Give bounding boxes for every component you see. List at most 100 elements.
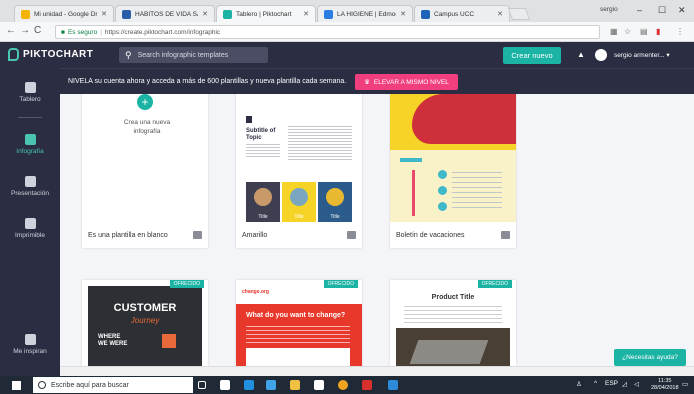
- people-icon[interactable]: ♙: [576, 380, 582, 388]
- template-thumbnail: What do you want to change?: [236, 304, 362, 366]
- piktochart-logo[interactable]: PIKTOCHART: [8, 48, 93, 61]
- upgrade-promo-bar: NIVELA su cuenta ahora y acceda a más de…: [60, 68, 694, 94]
- windows-start-icon[interactable]: [12, 381, 21, 390]
- thumbnail-form-box: [246, 348, 350, 366]
- user-menu[interactable]: sergio armenter... ▾: [614, 51, 670, 59]
- promo-message: NIVELA su cuenta ahora y acceda a más de…: [68, 78, 347, 85]
- notification-bell-icon[interactable]: ▲: [577, 50, 585, 59]
- taskbar-search-placeholder: Escribe aquí para buscar: [51, 381, 129, 389]
- edit-icon[interactable]: [193, 231, 202, 239]
- explorer-icon[interactable]: [266, 380, 276, 390]
- task-view-icon[interactable]: [198, 381, 206, 389]
- template-card-customer-journey[interactable]: CUSTOMER Journey WHERE WE WERE OFRECIDO: [82, 280, 208, 366]
- taskbar-clock[interactable]: 11:35 28/04/2018: [651, 378, 679, 392]
- close-icon[interactable]: ✕: [303, 10, 309, 18]
- star-icon[interactable]: ☆: [624, 27, 631, 36]
- close-window-icon[interactable]: ✕: [678, 5, 686, 16]
- template-card-product[interactable]: Product Title OFRECIDO: [390, 280, 516, 366]
- avatar[interactable]: [595, 49, 607, 61]
- language-indicator[interactable]: ESP: [605, 380, 618, 387]
- card-footer: Es una plantilla en blanco: [82, 222, 208, 248]
- edit-icon[interactable]: [347, 231, 356, 239]
- sidebar-item-tablero[interactable]: Tablero: [0, 82, 60, 103]
- thumbnail-tag: [400, 158, 422, 162]
- url-separator: |: [100, 28, 102, 36]
- sidebar-item-label: Infografía: [16, 148, 44, 155]
- template-thumbnail: CUSTOMER Journey WHERE WE WERE: [88, 286, 202, 366]
- thumbnail-text-lines: [246, 144, 280, 158]
- logo-text: PIKTOCHART: [23, 49, 94, 60]
- featured-badge: OFRECIDO: [169, 280, 204, 288]
- tray-chevron-icon[interactable]: ^: [594, 380, 597, 387]
- sidebar-item-imprimible[interactable]: Imprimible: [0, 218, 60, 239]
- minimize-icon[interactable]: –: [637, 5, 642, 15]
- notification-center-icon[interactable]: ▭: [682, 380, 688, 388]
- pdf-extension-icon[interactable]: ▮: [656, 27, 660, 36]
- add-icon[interactable]: +: [137, 94, 153, 110]
- browser-tab-habitos[interactable]: HÁBITOS DE VIDA SALUD ✕: [115, 5, 215, 22]
- blank-template-text: Crea una nueva infografía: [123, 119, 171, 135]
- template-card-boletin[interactable]: Boletín de vacaciones: [390, 94, 516, 248]
- browser-tab-edmodo[interactable]: LA HIGIENE | Edmodo ✕: [317, 5, 413, 22]
- help-button[interactable]: ¿Necesitas ayuda?: [614, 349, 686, 366]
- address-bar-row: ← → C ■ Es seguro | https://create.pikto…: [0, 22, 694, 42]
- url-field[interactable]: ■ Es seguro | https://create.piktochart.…: [55, 25, 600, 39]
- sidebar-item-infografia[interactable]: Infografía: [0, 134, 60, 155]
- thumbnail-text-lines: [452, 172, 502, 212]
- window-user-label: sergio: [600, 6, 618, 13]
- word-icon[interactable]: [388, 380, 398, 390]
- upgrade-button[interactable]: ♛ ELEVAR A MISMO NIVEL: [355, 74, 458, 90]
- chrome-icon[interactable]: [338, 380, 348, 390]
- infographic-icon: [24, 134, 36, 145]
- logo-icon: [8, 48, 19, 61]
- browser-tab-piktochart[interactable]: Tablero | Piktochart ✕: [216, 5, 316, 22]
- close-icon[interactable]: ✕: [497, 10, 503, 18]
- template-card-change-org[interactable]: change.org What do you want to change? O…: [236, 280, 362, 366]
- template-title: Es una plantilla en blanco: [88, 231, 168, 239]
- thumbnail-photo-shape: [326, 188, 344, 206]
- close-icon[interactable]: ✕: [202, 10, 208, 18]
- sidebar: Tablero Infografía Presentación Imprimib…: [0, 68, 60, 376]
- menu-icon[interactable]: ⋮: [676, 27, 684, 36]
- sidebar-item-presentacion[interactable]: Presentación: [0, 176, 60, 197]
- crown-icon: ♛: [364, 79, 370, 86]
- mail-icon[interactable]: [314, 380, 324, 390]
- maximize-icon[interactable]: ☐: [658, 5, 666, 16]
- back-icon[interactable]: ←: [6, 25, 16, 36]
- store-icon[interactable]: [220, 380, 230, 390]
- template-search-input[interactable]: ⚲ Search infographic templates: [119, 47, 268, 63]
- browser-tab-drive[interactable]: Mi unidad - Google Drive ✕: [14, 5, 114, 22]
- sidebar-item-label: Imprimible: [15, 232, 45, 239]
- thumbnail-photo-shape: [254, 188, 272, 206]
- new-tab-button[interactable]: [507, 8, 531, 20]
- create-new-button[interactable]: Crear nuevo: [503, 47, 561, 64]
- extension-icon[interactable]: ▤: [640, 27, 648, 36]
- dashboard-icon: [24, 82, 36, 93]
- reload-icon[interactable]: C: [34, 25, 41, 36]
- acrobat-icon[interactable]: [362, 380, 372, 390]
- forward-icon[interactable]: →: [20, 25, 30, 36]
- template-card-amarillo[interactable]: Subtitle of Topic Title Title Title Amar…: [236, 94, 362, 248]
- taskbar-search-input[interactable]: Escribe aquí para buscar: [33, 377, 193, 393]
- browser-tab-campus[interactable]: Campus UCC ✕: [414, 5, 510, 22]
- translate-icon[interactable]: ▦: [610, 27, 618, 36]
- network-icon[interactable]: ◿: [622, 380, 627, 388]
- edit-icon[interactable]: [501, 231, 510, 239]
- clock-date: 28/04/2018: [651, 385, 679, 391]
- sidebar-item-me-inspiran[interactable]: Me inspiran: [0, 334, 60, 355]
- edge-icon[interactable]: [244, 380, 254, 390]
- folder-icon[interactable]: [290, 380, 300, 390]
- lock-icon: ■: [61, 28, 65, 36]
- search-placeholder: Search infographic templates: [137, 51, 229, 59]
- volume-icon[interactable]: ◁: [634, 380, 639, 388]
- template-card-blank[interactable]: + Crea una nueva infografía Es una plant…: [82, 94, 208, 248]
- thumbnail-subheading: Journey: [130, 316, 160, 325]
- horizontal-scrollbar[interactable]: [60, 366, 694, 376]
- featured-badge: OFRECIDO: [477, 280, 512, 288]
- close-icon[interactable]: ✕: [400, 10, 406, 18]
- card-footer: Boletín de vacaciones: [390, 222, 516, 248]
- close-icon[interactable]: ✕: [101, 10, 107, 18]
- secure-label: Es seguro: [67, 28, 98, 36]
- doc-icon: [122, 9, 131, 19]
- sidebar-item-label: Tablero: [19, 96, 41, 103]
